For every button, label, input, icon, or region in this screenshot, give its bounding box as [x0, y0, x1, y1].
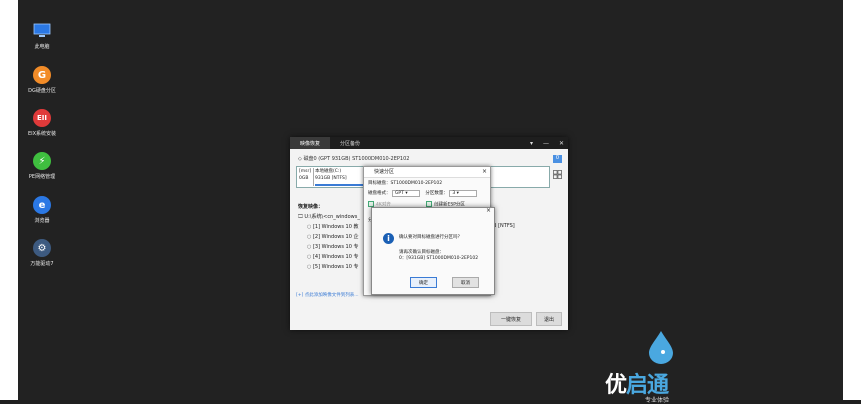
one-click-restore-button[interactable]: 一键恢复	[490, 312, 532, 326]
partition-name: 本地磁盘(C:)	[315, 169, 342, 174]
screen-frame-left	[0, 0, 18, 400]
target-disk-row: 目标磁盘：ST1000DM010-2EP102	[368, 180, 442, 186]
eix-icon: EII	[33, 109, 51, 127]
diskgenius-icon: G	[33, 66, 51, 84]
add-image-link[interactable]: [+] 点此添加映像文件到列表...	[296, 292, 359, 298]
dialog-title: 快速分区	[374, 169, 395, 175]
confirm-dialog: × i 确认要对目标磁盘进行分区吗？ 请再次确认目标磁盘： 0：[931GB] …	[371, 207, 495, 295]
image-tree: 🖵 U:\系统\<cn_windows_ [1] Windows 10 教 [2…	[298, 212, 360, 272]
disk-row[interactable]: ◇ 磁盘0 (GPT 931GB) ST1000DM010-2EP102	[298, 155, 409, 162]
recover-image-label: 恢复映像：	[298, 204, 324, 210]
menu-dropdown-icon[interactable]: ▾	[530, 140, 533, 147]
desktop-icon-eix[interactable]: EII EIX系统安装	[24, 109, 60, 137]
tree-item[interactable]: [3] Windows 10 专	[298, 242, 360, 252]
disk-label: 磁盘0 (GPT 931GB) ST1000DM010-2EP102	[303, 156, 410, 162]
format-select[interactable]: GPT ▾	[391, 190, 420, 197]
desktop-icon-label: EIX系统安装	[27, 131, 57, 137]
minimize-icon[interactable]: —	[543, 140, 549, 147]
tab-image-restore[interactable]: 映像恢复	[290, 137, 331, 149]
brand-logo: 优启通 专业体验	[605, 327, 725, 404]
partition-size: 931GB [NTFS]	[315, 176, 347, 181]
brand-part-1: 优	[605, 373, 627, 398]
dialog-titlebar: 快速分区 ×	[364, 167, 490, 178]
desktop-icon-label: 万能驱动7	[30, 261, 54, 267]
water-drop-logo-icon	[649, 331, 673, 364]
desktop-icon-driver[interactable]: ⚙ 万能驱动7	[24, 239, 60, 267]
count-select-value: 3	[452, 191, 456, 196]
desktop-icon-this-pc[interactable]: 此电脑	[24, 22, 60, 50]
format-row: 磁盘格式： GPT ▾ 分区数量： 3 ▾	[368, 190, 478, 197]
format-select-value: GPT	[394, 191, 404, 196]
desktop-icon-diskgenius[interactable]: G DG硬盘分区	[24, 66, 60, 94]
tab-partition-backup[interactable]: 分区备份	[330, 137, 370, 149]
screen-frame-right	[843, 0, 861, 400]
ok-button[interactable]: 确定	[410, 277, 437, 288]
count-select[interactable]: 3 ▾	[449, 190, 478, 197]
partition-size: 0GB	[299, 176, 309, 181]
desktop-icon-label: 浏览器	[34, 218, 50, 224]
tree-item[interactable]: [1] Windows 10 教	[298, 222, 360, 232]
close-icon[interactable]: ✕	[559, 140, 564, 147]
browser-icon: e	[33, 196, 51, 214]
dialog-titlebar: ×	[372, 207, 494, 216]
computer-icon	[33, 22, 51, 40]
gear-icon: ⚙	[33, 239, 51, 257]
cancel-button[interactable]: 取消	[452, 277, 479, 288]
tree-item[interactable]: [2] Windows 10 企	[298, 232, 360, 242]
window-titlebar: 映像恢复 分区备份 ▾ — ✕	[290, 137, 568, 149]
desktop-icon-label: 此电脑	[34, 44, 50, 50]
info-icon: i	[383, 233, 394, 244]
partition-name: [msr]	[299, 169, 312, 174]
confirm-detail-2: 0：[931GB] ST1000DM010-2EP102	[399, 256, 479, 261]
count-label: 分区数量：	[425, 191, 448, 196]
disk-badge: 0	[553, 155, 562, 163]
target-disk-value: ST1000DM010-2EP102	[390, 181, 443, 186]
target-disk-label: 目标磁盘：	[368, 181, 391, 186]
tree-item[interactable]: [5] Windows 10 专	[298, 262, 360, 272]
exit-button[interactable]: 退出	[536, 312, 562, 326]
format-label: 磁盘格式：	[368, 191, 391, 196]
network-icon: ⚡	[33, 152, 51, 170]
close-icon[interactable]: ×	[482, 167, 487, 177]
partition-c[interactable]: 本地磁盘(C:) 931GB [NTFS]	[315, 168, 365, 186]
desktop-icon-label: PE网络管理	[28, 174, 56, 180]
tree-root-label: U:\系统\<cn_windows_	[304, 214, 360, 220]
desktop-icon-label: DG硬盘分区	[28, 88, 56, 94]
confirm-question: 确认要对目标磁盘进行分区吗？	[399, 235, 462, 240]
desktop-icon-browser[interactable]: e 浏览器	[24, 196, 60, 224]
tree-root[interactable]: 🖵 U:\系统\<cn_windows_	[298, 212, 360, 222]
close-icon[interactable]: ×	[486, 207, 491, 214]
layout-grid-icon[interactable]	[553, 170, 562, 179]
tree-item[interactable]: [4] Windows 10 专	[298, 252, 360, 262]
partition-msr[interactable]: [msr] 0GB	[298, 168, 314, 186]
desktop-icon-pe-network[interactable]: ⚡ PE网络管理	[24, 152, 60, 180]
